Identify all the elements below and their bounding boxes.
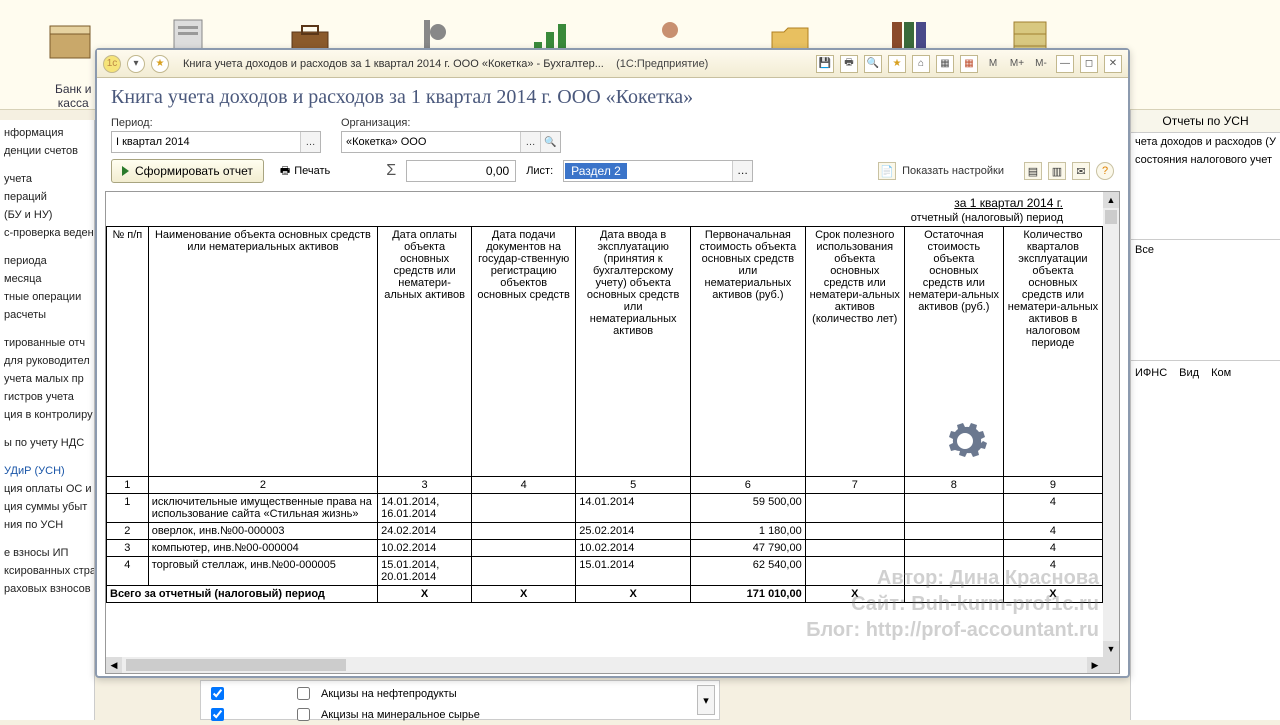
minimize-button[interactable]: —: [1056, 55, 1074, 73]
sum-display: 0,00: [406, 160, 516, 182]
report-area: за 1 квартал 2014 г. отчетный (налоговый…: [105, 191, 1120, 674]
toolbar-icon-3[interactable]: ✉: [1072, 162, 1090, 180]
toolbar-icon-1[interactable]: ▤: [1024, 162, 1042, 180]
bg-icon-box: [40, 10, 100, 70]
checkbox[interactable]: [297, 708, 310, 721]
period-label: Период:: [111, 117, 321, 129]
sheet-picker-button[interactable]: …: [732, 161, 752, 181]
generate-report-label: Сформировать отчет: [135, 164, 253, 178]
app-logo-icon: 1c: [103, 55, 121, 73]
scroll-up-button[interactable]: ▲: [1103, 192, 1119, 208]
home-icon[interactable]: ⌂: [912, 55, 930, 73]
list-item[interactable]: Акцизы на минеральное сырье: [207, 704, 713, 725]
scroll-thumb[interactable]: [1105, 210, 1117, 224]
col-header: Срок полезного использования объекта осн…: [805, 227, 904, 477]
list-item-label: Акцизы на минеральное сырье: [321, 709, 480, 721]
list-item-label: Акцизы на нефтепродукты: [321, 688, 457, 700]
org-picker-button[interactable]: …: [520, 132, 540, 152]
right-panel-row[interactable]: состояния налогового учет: [1131, 151, 1280, 169]
action-bar: Сформировать отчет 🖶 Печать Σ 0,00 Лист:…: [97, 153, 1128, 189]
maximize-button[interactable]: ◻: [1080, 55, 1098, 73]
sigma-icon: Σ: [386, 162, 396, 180]
right-panel-title: Отчеты по УСН: [1131, 110, 1280, 133]
document-title: Книга учета доходов и расходов за 1 квар…: [97, 78, 1128, 113]
calc-icon[interactable]: ▦: [936, 55, 954, 73]
tab-vid[interactable]: Вид: [1179, 367, 1199, 379]
close-button[interactable]: ✕: [1104, 55, 1122, 73]
table-row[interactable]: 1исключительные имущественные права на и…: [107, 494, 1103, 523]
show-settings-link[interactable]: Показать настройки: [902, 165, 1004, 177]
right-panel: Отчеты по УСН чета доходов и расходов (У…: [1130, 110, 1280, 720]
print-button[interactable]: 🖶 Печать: [274, 159, 336, 183]
period-field[interactable]: [112, 132, 300, 152]
star-icon[interactable]: ★: [151, 55, 169, 73]
print-icon[interactable]: 🖶: [840, 55, 858, 73]
col-header: Первоначальная стоимость объекта основны…: [691, 227, 806, 477]
col-header: Наименование объекта основных средств ил…: [148, 227, 377, 477]
right-panel-all[interactable]: Все: [1131, 239, 1280, 260]
period-input[interactable]: …: [111, 131, 321, 153]
scroll-corner: [1103, 657, 1119, 673]
scroll-down-button[interactable]: ▼: [1103, 641, 1119, 657]
right-panel-row[interactable]: чета доходов и расходов (У: [1131, 133, 1280, 151]
col-header: Дата оплаты объекта основных средств или…: [378, 227, 472, 477]
scroll-thumb[interactable]: [126, 659, 346, 671]
print-icon: 🖶: [280, 162, 290, 181]
sheet-selector[interactable]: Раздел 2 …: [563, 160, 753, 182]
toolbar-icon-2[interactable]: ▥: [1048, 162, 1066, 180]
col-header: Дата подачи документов на государ-ственн…: [472, 227, 576, 477]
org-input[interactable]: … 🔍: [341, 131, 561, 153]
right-panel-tabs: ИФНС Вид Ком: [1131, 360, 1280, 385]
settings-icon[interactable]: 📄: [878, 162, 896, 180]
table-row[interactable]: 4торговый стеллаж, инв.№00-00000515.01.2…: [107, 557, 1103, 586]
gear-icon: [941, 417, 989, 468]
org-field[interactable]: [342, 132, 520, 152]
dropdown-icon[interactable]: ▾: [127, 55, 145, 73]
window-title: Книга учета доходов и расходов за 1 квар…: [175, 58, 708, 70]
m-minus-button[interactable]: M-: [1032, 55, 1050, 73]
vertical-scrollbar[interactable]: ▲ ▼: [1103, 192, 1119, 657]
scroll-right-button[interactable]: ▶: [1087, 657, 1103, 673]
col-header: № п/п: [107, 227, 149, 477]
table-numrow: 12 34 56 78 9: [107, 477, 1103, 494]
table-row[interactable]: 2оверлок, инв.№00-00000324.02.201425.02.…: [107, 523, 1103, 540]
tab-ifns[interactable]: ИФНС: [1135, 367, 1167, 379]
col-header: Дата ввода в эксплуатацию (принятия к бу…: [576, 227, 691, 477]
favorite-icon[interactable]: ★: [888, 55, 906, 73]
org-label: Организация:: [341, 117, 561, 129]
col-header: Количество кварталов эксплуатации объект…: [1003, 227, 1102, 477]
print-label: Печать: [294, 165, 330, 177]
checkbox[interactable]: [211, 708, 224, 721]
org-search-button[interactable]: 🔍: [540, 132, 560, 152]
table-totals-row: Всего за отчетный (налоговый) период X X…: [107, 586, 1103, 603]
dropdown-button[interactable]: ▾: [697, 685, 715, 715]
generate-report-button[interactable]: Сформировать отчет: [111, 159, 264, 183]
report-window: 1c ▾ ★ Книга учета доходов и расходов за…: [95, 48, 1130, 678]
tab-kom[interactable]: Ком: [1211, 367, 1231, 379]
table-row[interactable]: 3компьютер, инв.№00-00000410.02.201410.0…: [107, 540, 1103, 557]
checkbox[interactable]: [297, 687, 310, 700]
calendar-icon[interactable]: ▦: [960, 55, 978, 73]
left-nav-tree[interactable]: нформация денции счетов учета пераций (Б…: [0, 120, 95, 720]
report-table: № п/п Наименование объекта основных сред…: [106, 226, 1103, 603]
period-picker-button[interactable]: …: [300, 132, 320, 152]
horizontal-scrollbar[interactable]: ◀ ▶: [106, 657, 1119, 673]
report-subtitle: отчетный (налоговый) период: [911, 212, 1063, 224]
m-button[interactable]: M: [984, 55, 1002, 73]
help-icon[interactable]: ?: [1096, 162, 1114, 180]
m-plus-button[interactable]: M+: [1008, 55, 1026, 73]
list-item[interactable]: Акцизы на нефтепродукты: [207, 683, 713, 704]
save-icon[interactable]: 💾: [816, 55, 834, 73]
checkbox[interactable]: [211, 687, 224, 700]
bg-icon-label: Банк икасса: [55, 82, 91, 110]
filter-bar: Период: … Организация: … 🔍: [97, 113, 1128, 153]
sheet-label: Лист:: [526, 165, 553, 177]
play-icon: [122, 166, 129, 176]
scroll-left-button[interactable]: ◀: [106, 657, 122, 673]
background-bottom-panel: Акцизы на нефтепродукты Акцизы на минера…: [200, 680, 720, 720]
sheet-selected-value: Раздел 2: [565, 163, 627, 179]
window-titlebar: 1c ▾ ★ Книга учета доходов и расходов за…: [97, 50, 1128, 78]
preview-icon[interactable]: 🔍: [864, 55, 882, 73]
report-period: за 1 квартал 2014 г.: [954, 196, 1063, 210]
